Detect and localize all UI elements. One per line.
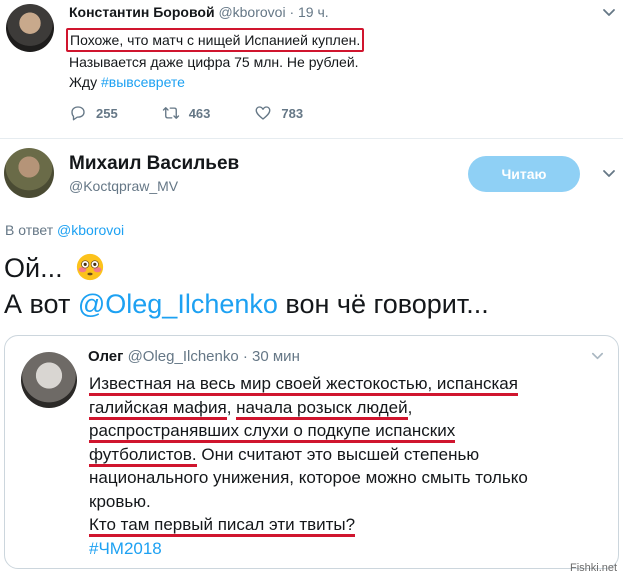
author-handle[interactable]: @Koctqpraw_MV bbox=[69, 178, 178, 194]
underlined-text: футболистов. bbox=[89, 444, 197, 467]
mention-link[interactable]: @Oleg_Ilchenko bbox=[78, 289, 278, 319]
chevron-down-icon[interactable] bbox=[590, 348, 605, 363]
underlined-text: Известная на весь мир своей жестокостью,… bbox=[89, 374, 518, 396]
reply-icon bbox=[71, 106, 85, 121]
tweet-text-line: вон чё говорит... bbox=[285, 289, 489, 319]
author-name[interactable]: Константин Боровой bbox=[69, 4, 215, 20]
like-button[interactable]: 783 bbox=[254, 104, 303, 122]
hashtag-link[interactable]: #ЧМ2018 bbox=[89, 537, 528, 561]
highlighted-text: Похоже, что матч с нищей Испанией куплен… bbox=[66, 28, 365, 52]
tweet-time: · 30 мин bbox=[242, 348, 300, 365]
tweet-text-line: Ой... bbox=[4, 253, 63, 283]
tweet-time[interactable]: · 19 ч. bbox=[289, 4, 328, 20]
reply-count: 255 bbox=[96, 105, 118, 121]
quoted-tweet[interactable]: Олег @Oleg_Ilchenko · 30 мин Известная н… bbox=[4, 335, 619, 569]
watermark: Fishki.net bbox=[570, 562, 618, 574]
divider bbox=[0, 138, 623, 139]
author-name: Олег bbox=[88, 348, 124, 365]
tweet-text-line: национального унижения, которое можно см… bbox=[89, 468, 528, 487]
underlined-text: Кто там первый писал эти твиты? bbox=[89, 515, 356, 537]
author-name[interactable]: Михаил Васильев bbox=[69, 153, 239, 175]
heart-icon bbox=[255, 106, 271, 120]
retweet-button[interactable]: 463 bbox=[162, 104, 211, 122]
tweet-text-line: А вот bbox=[4, 289, 71, 319]
retweet-count: 463 bbox=[188, 105, 211, 121]
tweet-text: Ой... А вот @Oleg_Ilchenko вон чё говори… bbox=[4, 250, 489, 322]
tweet-header: Олег @Oleg_Ilchenko · 30 мин bbox=[88, 348, 300, 365]
tweet-text: Известная на весь мир своей жестокостью,… bbox=[89, 372, 528, 560]
author-handle: @Oleg_Ilchenko bbox=[127, 348, 239, 365]
like-count: 783 bbox=[281, 105, 304, 121]
tweet-actions: 255 463 783 bbox=[69, 104, 347, 122]
underlined-text: начала розыск людей bbox=[236, 397, 408, 420]
underlined-text: распространявших слухи о подкупе испанск… bbox=[89, 421, 456, 443]
avatar[interactable] bbox=[6, 4, 54, 52]
reply-button[interactable]: 255 bbox=[69, 104, 118, 122]
author-handle[interactable]: @kborovoi bbox=[218, 4, 285, 20]
tweet-text-line: Они считают это высшей степенью bbox=[196, 444, 480, 464]
tweet-text-line: кровью. bbox=[89, 491, 151, 511]
tweet-text: Похоже, что матч с нищей Испанией куплен… bbox=[66, 28, 365, 92]
follow-button[interactable]: Читаю bbox=[468, 156, 580, 192]
tweet-text-line: Называется даже цифра 75 млн. Не рублей. bbox=[69, 54, 359, 70]
tweet-header: Константин Боровой @kborovoi · 19 ч. bbox=[69, 4, 329, 20]
tweet-text-line: , bbox=[226, 397, 237, 417]
reply-context: В ответ @kborovoi bbox=[5, 222, 124, 238]
reply-prefix: В ответ bbox=[5, 222, 54, 238]
chevron-down-icon[interactable] bbox=[601, 165, 617, 181]
underlined-text: галийская мафия bbox=[89, 397, 227, 420]
hashtag-link[interactable]: #вывсеврете bbox=[101, 74, 185, 90]
avatar bbox=[21, 352, 77, 408]
chevron-down-icon[interactable] bbox=[601, 4, 617, 20]
reply-handle-link[interactable]: @kborovoi bbox=[57, 222, 124, 238]
retweet-icon bbox=[162, 107, 179, 119]
tweet-text-line: , bbox=[407, 397, 413, 417]
tweet-original: Константин Боровой @kborovoi · 19 ч. Пох… bbox=[0, 0, 623, 136]
tweet-text-line: Жду bbox=[69, 74, 98, 90]
avatar[interactable] bbox=[4, 148, 54, 198]
flushed-face-icon bbox=[76, 253, 104, 281]
